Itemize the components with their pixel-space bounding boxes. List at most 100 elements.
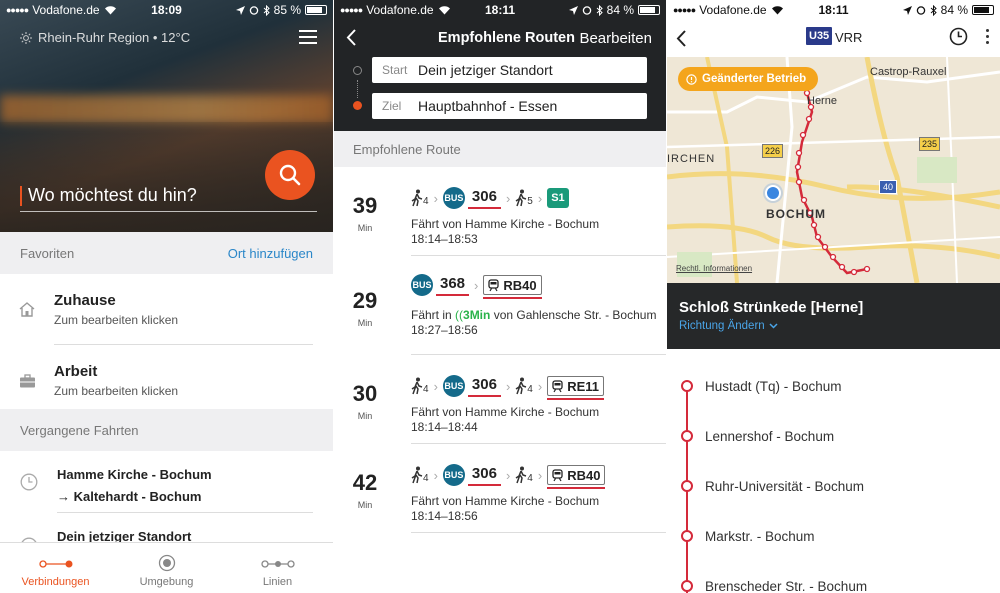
- departure-text: Fährt in: [411, 308, 456, 322]
- duration-value: 42: [352, 470, 378, 495]
- battery-icon: [638, 5, 660, 15]
- chevron-right-icon: ›: [537, 467, 543, 483]
- tab-connections[interactable]: Verbindungen: [0, 543, 111, 593]
- stop-header: Schloß Strünkede [Herne] Richtung Ändern: [667, 283, 1000, 349]
- location-target-icon: [158, 554, 175, 572]
- nav-bar: Empfohlene Routen Bearbeiten: [334, 20, 666, 56]
- bluetooth-icon: [263, 4, 270, 16]
- favorites-header: Favoriten Ort hinzufügen: [0, 232, 333, 274]
- stop-label: Brenscheder Str. - Bochum: [705, 578, 868, 593]
- sun-icon: [20, 31, 32, 44]
- walk-leg: 4: [411, 189, 429, 207]
- signal-icon: ●●●●●: [6, 5, 29, 15]
- walk-leg: 4: [515, 466, 533, 484]
- route-times: 18:14–18:44: [411, 420, 478, 434]
- chevron-right-icon: ›: [433, 467, 438, 483]
- stop-item[interactable]: Lennershof - Bochum: [667, 426, 1000, 446]
- chevron-right-icon: ›: [537, 378, 543, 394]
- menu-icon[interactable]: [299, 30, 317, 44]
- stop-item[interactable]: Markstr. - Bochum: [667, 526, 1000, 546]
- stop-item[interactable]: Ruhr-Universität - Bochum: [667, 476, 1000, 496]
- chevron-right-icon: ›: [433, 378, 438, 394]
- wifi-icon: [104, 6, 116, 15]
- walk-minutes: 4: [527, 384, 533, 395]
- bluetooth-icon: [596, 4, 603, 16]
- service-change-label: Geänderter Betrieb: [702, 73, 807, 85]
- route-duration: 39 Min: [348, 194, 382, 236]
- info-icon: [686, 73, 697, 85]
- stop-label: Markstr. - Bochum: [705, 528, 815, 544]
- bus-icon: BUS: [442, 464, 465, 486]
- destination-field[interactable]: Ziel Hauptbahnhof - Essen: [372, 93, 647, 119]
- back-chevron-icon[interactable]: [676, 30, 686, 47]
- destination-search-input[interactable]: Wo möchtest du hin?: [20, 180, 317, 212]
- walk-minutes: 4: [423, 473, 429, 484]
- start-field[interactable]: Start Dein jetziger Standort: [372, 57, 647, 83]
- chevron-right-icon: ›: [474, 277, 479, 293]
- change-direction-link[interactable]: Richtung Ändern: [679, 320, 778, 332]
- carrier-label: Vodafone.de: [32, 3, 100, 17]
- connections-icon: [38, 560, 72, 568]
- stop-item[interactable]: Brenscheder Str. - Bochum: [667, 576, 1000, 593]
- route-connector: [357, 80, 358, 98]
- clock-icon: [20, 473, 37, 491]
- train-line-number: RB40: [503, 277, 537, 293]
- lines-icon: [260, 560, 295, 568]
- route-option[interactable]: 39 Min 4 › BUS 306 › 5 › S1 Fährt von Ha…: [334, 167, 666, 256]
- region-weather[interactable]: Rhein-Ruhr Region • 12°C: [20, 30, 190, 45]
- route-option[interactable]: 29 Min BUS 368 › RB40 Fährt in ((3Min vo…: [334, 256, 666, 355]
- train-line-badge: RB40: [483, 275, 542, 299]
- stop-marker-icon: [681, 480, 693, 492]
- alarm-icon: [249, 6, 258, 15]
- past-trips-header: Vergangene Fahrten: [0, 409, 333, 451]
- battery-fill: [640, 7, 656, 13]
- walking-icon: [515, 466, 527, 484]
- tab-lines[interactable]: Linien: [222, 543, 333, 593]
- add-place-link[interactable]: Ort hinzufügen: [228, 246, 313, 261]
- duration-unit: Min: [357, 318, 373, 328]
- tab-surroundings[interactable]: Umgebung: [111, 543, 222, 593]
- stop-marker-icon: [681, 380, 693, 392]
- route-description: Fährt von Hamme Kirche - Bochum: [411, 405, 666, 420]
- departure-text: Fährt von Hamme Kirche - Bochum: [411, 405, 600, 419]
- road-shield: 40: [879, 180, 898, 194]
- start-marker-icon: [353, 66, 362, 75]
- location-arrow-icon: [902, 5, 912, 15]
- past-trip-item[interactable]: Hamme Kirche - Bochum → Kaltehardt - Boc…: [0, 451, 333, 513]
- duration-unit: Min: [357, 500, 373, 510]
- walk-minutes: 4: [423, 196, 429, 207]
- route-times: 18:14–18:53: [411, 232, 478, 246]
- page-title: Empfohlene Routen: [438, 30, 575, 46]
- trip-to: → Kaltehardt - Bochum: [57, 489, 202, 504]
- route-times: 18:14–18:56: [411, 509, 478, 523]
- stop-marker-icon: [681, 580, 693, 592]
- route-option[interactable]: 30 Min 4 › BUS 306 › 4 › RE11 Fährt von …: [334, 355, 666, 444]
- walking-icon: [515, 189, 527, 207]
- route-content: BUS 368 › RB40 Fährt in ((3Min von Gahle…: [411, 256, 666, 355]
- change-direction-label: Richtung Ändern: [679, 320, 765, 332]
- bus-icon: BUS: [442, 187, 465, 209]
- walking-icon: [411, 377, 423, 395]
- service-change-badge[interactable]: Geänderter Betrieb: [678, 67, 819, 91]
- battery-icon: [972, 5, 994, 15]
- back-chevron-icon[interactable]: [346, 29, 356, 46]
- route-description: Fährt von Hamme Kirche - Bochum: [411, 217, 666, 232]
- stop-item[interactable]: Hustadt (Tq) - Bochum: [667, 376, 1000, 396]
- favorite-home[interactable]: Zuhause Zum bearbeiten klicken: [0, 274, 333, 345]
- legal-info-link[interactable]: Rechtl. Informationen: [676, 264, 752, 273]
- realtime-signal-icon: ((: [455, 308, 464, 322]
- favorites-title: Favoriten: [20, 245, 75, 261]
- map-label-eichen: IRCHEN: [667, 153, 716, 165]
- train-icon: [488, 278, 500, 291]
- chevron-right-icon: ›: [537, 190, 543, 206]
- chevron-right-icon: ›: [433, 190, 438, 206]
- favorite-work[interactable]: Arbeit Zum bearbeiten klicken: [0, 345, 333, 416]
- destination-label: Ziel: [382, 99, 402, 113]
- more-options-icon[interactable]: [986, 29, 989, 44]
- edit-button[interactable]: Bearbeiten: [579, 30, 652, 47]
- walking-icon: [411, 466, 423, 484]
- walk-minutes: 4: [527, 473, 533, 484]
- route-option[interactable]: 42 Min 4 › BUS 306 › 4 › RB40 Fährt von …: [334, 444, 666, 533]
- briefcase-icon: [19, 373, 35, 387]
- timetable-clock-icon[interactable]: [949, 27, 968, 46]
